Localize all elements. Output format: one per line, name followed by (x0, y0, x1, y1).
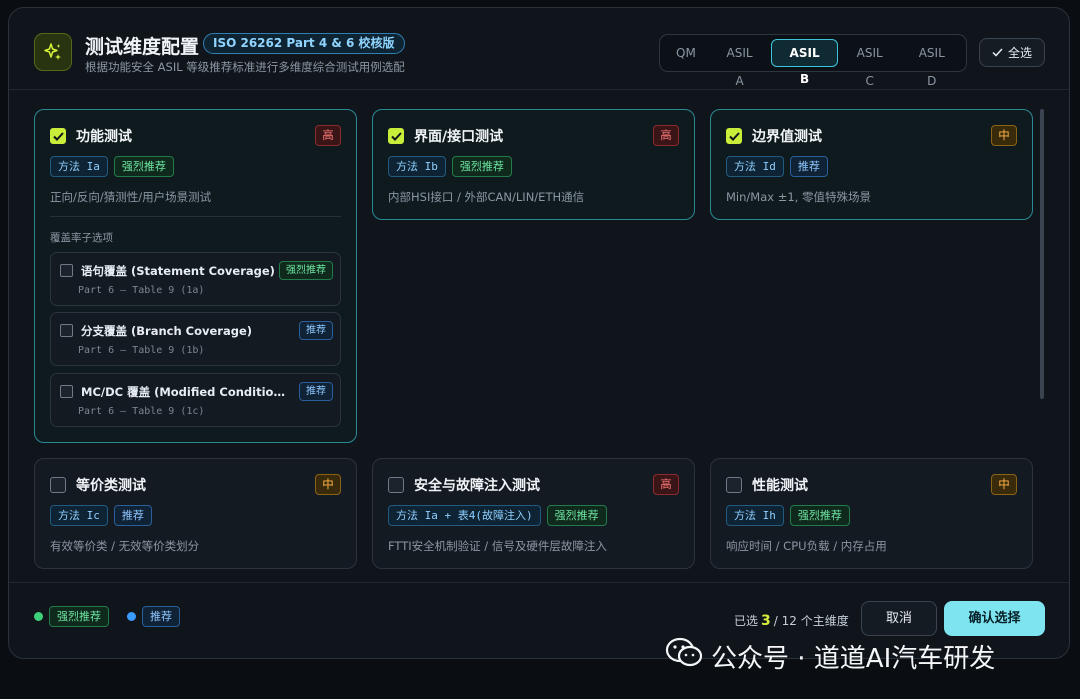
card-checkbox[interactable] (50, 477, 66, 493)
method-tag: 方法 Ib (388, 156, 446, 177)
card-description: 内部HSI接口 / 外部CAN/LIN/ETH通信 (388, 190, 585, 204)
coverage-title: 分支覆盖 (Branch Coverage) (81, 324, 253, 338)
dimension-card-equivalence[interactable]: 等价类测试 中 方法 Ic 推荐 有效等价类 / 无效等价类划分 (34, 458, 357, 569)
confirm-button[interactable]: 确认选择 (944, 601, 1045, 636)
sparkle-icon (34, 33, 72, 71)
wechat-icon (665, 637, 703, 676)
dialog-title: 测试维度配置 (85, 36, 200, 58)
coverage-title: 语句覆盖 (Statement Coverage) (81, 264, 275, 278)
card-title: 功能测试 (76, 129, 132, 145)
test-dimension-dialog: 测试维度配置 ISO 26262 Part 4 & 6 校核版 根据功能安全 A… (8, 7, 1070, 659)
card-checkbox[interactable] (388, 128, 404, 144)
priority-badge: 高 (653, 474, 679, 495)
card-title: 界面/接口测试 (414, 129, 504, 145)
card-checkbox[interactable] (388, 477, 404, 493)
method-tag: 方法 Ia (50, 156, 108, 177)
card-title: 边界值测试 (752, 129, 822, 145)
card-description: Min/Max ±1, 零值特殊场景 (726, 190, 871, 204)
recommend-tag: 推荐 (299, 382, 333, 401)
legend-recommend: 推荐 (142, 606, 180, 627)
standard-badge: ISO 26262 Part 4 & 6 校核版 (203, 33, 405, 54)
priority-badge: 中 (991, 474, 1017, 495)
asil-option-c[interactable]: ASIL C (840, 39, 900, 88)
check-icon (992, 46, 1003, 60)
selection-count: 已选 3/ 12 个主维度 (734, 613, 849, 629)
card-title: 安全与故障注入测试 (414, 478, 540, 494)
priority-badge: 高 (653, 125, 679, 146)
card-description: 有效等价类 / 无效等价类划分 (50, 539, 200, 553)
recommend-tag: 强烈推荐 (113, 156, 174, 177)
coverage-title: MC/DC 覆盖 (Modified Condition/De... (81, 385, 291, 399)
asil-option-a[interactable]: ASIL A (710, 39, 770, 88)
select-all-label: 全选 (1007, 46, 1032, 60)
card-checkbox[interactable] (726, 477, 742, 493)
coverage-checkbox[interactable] (60, 385, 73, 398)
coverage-ref: Part 6 — Table 9 (1c) (78, 406, 205, 417)
recommend-tag: 推荐 (299, 321, 333, 340)
dimension-grid: 功能测试 高 方法 Ia 强烈推荐 正向/反向/猜测性/用户场景测试 覆盖率子选… (9, 91, 1069, 581)
coverage-option-statement[interactable]: 语句覆盖 (Statement Coverage) Part 6 — Table… (50, 252, 341, 306)
coverage-ref: Part 6 — Table 9 (1b) (78, 345, 205, 356)
recommend-tag: 强烈推荐 (546, 505, 607, 526)
recommend-tag: 推荐 (789, 156, 828, 177)
selected-number: 3 (761, 613, 771, 629)
cancel-button[interactable]: 取消 (861, 601, 937, 636)
card-title: 等价类测试 (76, 478, 146, 494)
dimension-card-functional[interactable]: 功能测试 高 方法 Ia 强烈推荐 正向/反向/猜测性/用户场景测试 覆盖率子选… (34, 109, 357, 443)
dimension-card-interface[interactable]: 界面/接口测试 高 方法 Ib 强烈推荐 内部HSI接口 / 外部CAN/LIN… (372, 109, 695, 220)
coverage-checkbox[interactable] (60, 324, 73, 337)
asil-level-selector: QM ASIL A ASIL B ASIL C ASIL D (659, 34, 967, 88)
priority-badge: 中 (315, 474, 341, 495)
recommend-tag: 强烈推荐 (279, 261, 333, 280)
card-checkbox[interactable] (50, 128, 66, 144)
priority-badge: 中 (991, 125, 1017, 146)
divider (50, 216, 341, 217)
method-tag: 方法 Ia + 表4(故障注入) (388, 505, 541, 526)
coverage-option-mcdc[interactable]: MC/DC 覆盖 (Modified Condition/De... Part … (50, 373, 341, 427)
select-all-button[interactable]: 全选 (979, 38, 1045, 67)
card-checkbox[interactable] (726, 128, 742, 144)
dimension-card-boundary[interactable]: 边界值测试 中 方法 Id 推荐 Min/Max ±1, 零值特殊场景 (710, 109, 1033, 220)
coverage-label: 覆盖率子选项 (50, 232, 113, 244)
legend-dot-recommend (127, 612, 136, 621)
content-scrollbar[interactable] (1040, 109, 1044, 399)
asil-option-b[interactable]: ASIL B (771, 39, 838, 86)
legend-strong: 强烈推荐 (49, 606, 109, 627)
card-description: 正向/反向/猜测性/用户场景测试 (50, 190, 212, 204)
recommend-tag: 强烈推荐 (451, 156, 512, 177)
legend-dot-strong (34, 612, 43, 621)
asil-option-qm[interactable]: QM (664, 39, 708, 67)
recommend-tag: 强烈推荐 (789, 505, 850, 526)
recommend-tag: 推荐 (113, 505, 152, 526)
method-tag: 方法 Ih (726, 505, 784, 526)
dimension-card-performance[interactable]: 性能测试 中 方法 Ih 强烈推荐 响应时间 / CPU负载 / 内存占用 (710, 458, 1033, 569)
coverage-ref: Part 6 — Table 9 (1a) (78, 285, 205, 296)
card-description: 响应时间 / CPU负载 / 内存占用 (726, 539, 887, 553)
watermark: 公众号 · 道道AI汽车研发 (665, 637, 995, 676)
priority-badge: 高 (315, 125, 341, 146)
method-tag: 方法 Id (726, 156, 784, 177)
card-description: FTTI安全机制验证 / 信号及硬件层故障注入 (388, 539, 607, 553)
asil-option-d[interactable]: ASIL D (902, 39, 963, 88)
coverage-option-branch[interactable]: 分支覆盖 (Branch Coverage) Part 6 — Table 9 … (50, 312, 341, 366)
legend: 强烈推荐 推荐 (34, 606, 180, 627)
dimension-card-fault-injection[interactable]: 安全与故障注入测试 高 方法 Ia + 表4(故障注入) 强烈推荐 FTTI安全… (372, 458, 695, 569)
coverage-checkbox[interactable] (60, 264, 73, 277)
card-title: 性能测试 (752, 478, 808, 494)
dialog-subtitle: 根据功能安全 ASIL 等级推荐标准进行多维度综合测试用例选配 (85, 60, 405, 74)
method-tag: 方法 Ic (50, 505, 108, 526)
dialog-header: 测试维度配置 ISO 26262 Part 4 & 6 校核版 根据功能安全 A… (9, 8, 1069, 90)
watermark-text: 公众号 · 道道AI汽车研发 (711, 644, 996, 674)
